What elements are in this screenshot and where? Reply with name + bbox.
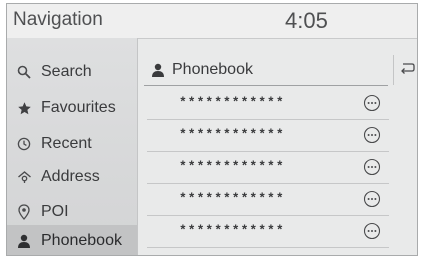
- more-options-button[interactable]: [363, 190, 381, 208]
- more-options-icon: [363, 222, 381, 240]
- location-pin-icon: [7, 204, 41, 220]
- sidebar-item-label: Search: [41, 63, 92, 80]
- sidebar-item-label: POI: [41, 203, 69, 220]
- sidebar-item-label: Address: [41, 168, 100, 185]
- title-bar: Navigation 4:05: [7, 4, 417, 39]
- clock: 4:05: [285, 8, 328, 33]
- contact-row[interactable]: ************: [147, 119, 389, 152]
- contact-row[interactable]: ************: [147, 215, 389, 248]
- sidebar-item-label: Favourites: [41, 99, 116, 116]
- sidebar-item-favourites[interactable]: Favourites: [7, 90, 137, 126]
- search-icon: [7, 65, 41, 79]
- back-button[interactable]: [393, 55, 417, 85]
- more-options-icon: [363, 126, 381, 144]
- more-options-icon: [363, 158, 381, 176]
- sidebar-item-address[interactable]: Address: [7, 159, 137, 195]
- app-title: Navigation: [13, 9, 103, 30]
- contact-name: ************: [179, 191, 285, 206]
- person-icon: [144, 63, 172, 77]
- contact-row[interactable]: ************: [147, 151, 389, 184]
- contact-name: ************: [179, 127, 285, 142]
- sidebar: Search Favourites Recent Address POI Pho…: [7, 38, 138, 255]
- more-options-icon: [363, 94, 381, 112]
- sidebar-item-search[interactable]: Search: [7, 54, 137, 90]
- more-options-button[interactable]: [363, 222, 381, 240]
- sidebar-item-recent[interactable]: Recent: [7, 126, 137, 162]
- sidebar-item-phonebook[interactable]: Phonebook: [7, 225, 137, 255]
- more-options-icon: [363, 190, 381, 208]
- contact-name: ************: [179, 95, 285, 110]
- clock-icon: [7, 137, 41, 151]
- more-options-button[interactable]: [363, 94, 381, 112]
- contact-row[interactable]: ************: [147, 87, 389, 120]
- back-arrow-icon: [399, 61, 415, 79]
- contact-row[interactable]: ************: [147, 183, 389, 216]
- address-icon: [7, 170, 41, 184]
- sidebar-item-label: Recent: [41, 135, 92, 152]
- person-icon: [7, 234, 41, 248]
- more-options-button[interactable]: [363, 158, 381, 176]
- page-title: Phonebook: [172, 61, 253, 78]
- star-icon: [7, 101, 41, 116]
- more-options-button[interactable]: [363, 126, 381, 144]
- phonebook-header: Phonebook: [144, 55, 388, 86]
- contact-name: ************: [179, 159, 285, 174]
- navigation-screen: Navigation 4:05 Search Favourites Recent: [6, 3, 418, 256]
- sidebar-item-label: Phonebook: [41, 232, 122, 249]
- contact-name: ************: [179, 223, 285, 238]
